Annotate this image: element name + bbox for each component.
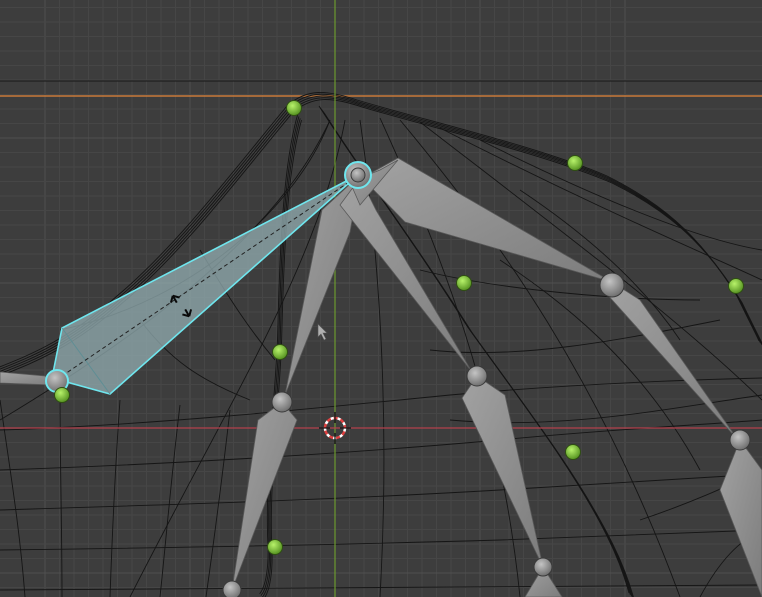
joint-index-tip[interactable]: [533, 557, 553, 577]
joint-ring[interactable]: [729, 429, 751, 451]
control-point[interactable]: [54, 387, 70, 403]
control-point[interactable]: [286, 100, 302, 116]
armature-bones[interactable]: [0, 157, 762, 597]
control-point[interactable]: [272, 344, 288, 360]
mesh-edge: [419, 121, 762, 401]
mesh-edge: [0, 529, 762, 551]
mesh-edge: [109, 399, 121, 597]
control-point[interactable]: [456, 275, 472, 291]
mesh-edge: [439, 127, 762, 281]
3d-viewport[interactable]: [0, 0, 762, 597]
control-point[interactable]: [565, 444, 581, 460]
mesh-edge: [129, 119, 346, 597]
control-point[interactable]: [567, 155, 583, 171]
joint-thumb[interactable]: [271, 391, 293, 413]
joint-thumb-tip[interactable]: [222, 580, 242, 597]
joint-middle[interactable]: [599, 272, 625, 298]
joint-root-inner[interactable]: [350, 167, 366, 183]
control-point[interactable]: [267, 539, 283, 555]
mesh-edge: [429, 319, 721, 354]
mesh-edge: [59, 394, 63, 597]
viewport-canvas[interactable]: [0, 0, 762, 597]
bone-thumb-lower[interactable]: [231, 401, 298, 591]
mesh-edge: [519, 189, 681, 341]
control-point[interactable]: [728, 278, 744, 294]
mesh-edge: [499, 259, 701, 471]
joint-index[interactable]: [466, 365, 488, 387]
